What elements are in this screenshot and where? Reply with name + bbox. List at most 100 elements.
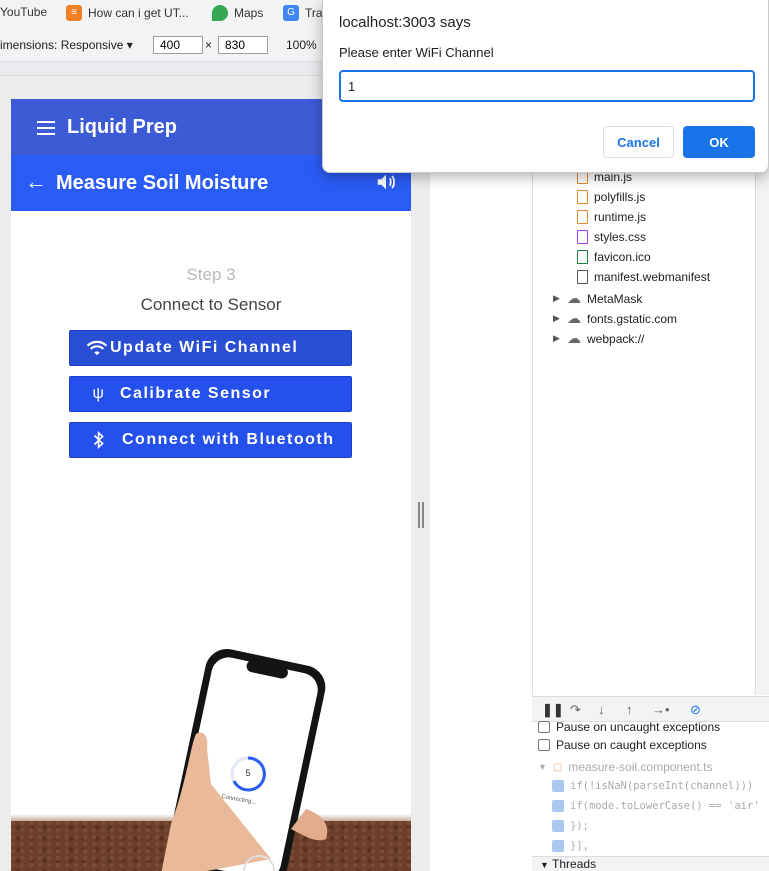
debugger-toolbar: ❚❚ ↷ ↓ ↑ →• ⊘ [532,696,769,722]
maps-pin-icon [212,5,228,21]
breakpoint-row[interactable]: if(!isNaN(parseInt(channel))) [552,780,753,792]
device-width-input[interactable] [153,36,203,54]
bookmark-maps[interactable]: Maps [212,5,263,21]
group-name: webpack:// [587,331,645,346]
bookmark-label: Tra [305,6,323,20]
button-label: Calibrate Sensor [120,385,272,402]
breakpoint-row[interactable]: if(mode.toLowerCase() == 'air' [552,800,760,812]
wifi-icon [86,340,108,356]
tree-group[interactable]: ▶ ☁ webpack:// [553,330,644,347]
bookmark-translate[interactable]: G Tra [283,5,323,21]
usb-icon: ψ [92,385,106,402]
resize-handle[interactable] [418,502,424,528]
cloud-icon: ☁ [567,330,581,346]
emulated-app: Liquid Prep ← Measure Soil Moisture Step… [11,99,411,871]
expand-caret-icon: ▶ [553,333,560,343]
breakpoint-code: if(mode.toLowerCase() == 'air' [570,800,760,812]
pause-caught-option[interactable]: Pause on caught exceptions [538,738,707,752]
cancel-button[interactable]: Cancel [603,126,674,158]
connect-bluetooth-button[interactable]: Connect with Bluetooth [69,422,352,458]
breakpoint-code: if(!isNaN(parseInt(channel))) [570,780,754,792]
wifi-channel-input[interactable] [339,70,755,102]
file-name: manifest.webmanifest [594,270,711,284]
js-file-icon [577,210,588,224]
file-icon [577,270,588,284]
step-out-icon[interactable]: ↑ [626,702,633,717]
tree-group[interactable]: ▶ ☁ fonts.gstatic.com [553,310,677,327]
file-name: runtime.js [594,210,647,224]
step-into-icon[interactable]: ↓ [598,702,605,717]
checkbox[interactable] [552,840,564,852]
devtools-split-area [430,62,532,871]
tree-file[interactable]: polyfills.js [577,190,645,204]
expand-caret-icon: ▶ [553,293,560,303]
option-label: Pause on caught exceptions [556,738,707,752]
tree-file[interactable]: manifest.webmanifest [577,270,710,284]
dimensions-dropdown[interactable]: imensions: Responsive ▾ [0,38,133,52]
cloud-icon: ☁ [567,310,581,326]
step-over-icon[interactable]: ↷ [570,702,581,718]
back-arrow-icon[interactable]: ← [25,171,47,193]
countdown-number: 5 [245,768,251,778]
threads-label: Threads [552,857,597,871]
css-file-icon [577,230,588,244]
bookmark-stackoverflow[interactable]: ≡ How can i get UT... [66,5,189,21]
button-label: Connect with Bluetooth [122,431,335,448]
pause-resume-icon[interactable]: ❚❚ [542,702,564,718]
bookmark-youtube[interactable]: YouTube [0,5,47,19]
stackoverflow-icon: ≡ [66,5,82,21]
page-title: Measure Soil Moisture [56,172,269,194]
breakpoint-row[interactable]: }); [552,820,589,832]
dialog-message: Please enter WiFi Channel [339,45,494,60]
checkbox[interactable] [552,820,564,832]
dimension-separator: × [205,38,213,52]
pause-uncaught-option[interactable]: Pause on uncaught exceptions [538,720,720,734]
bookmark-label: Maps [234,6,264,20]
bluetooth-icon [93,431,104,449]
translate-icon: G [283,5,299,21]
breakpoint-row[interactable]: }], [552,840,589,852]
option-label: Pause on uncaught exceptions [556,720,721,734]
threads-section-header[interactable]: ▼ Threads [532,856,769,871]
calibrate-sensor-button[interactable]: ψ Calibrate Sensor [69,376,352,412]
volume-icon[interactable] [375,171,397,193]
file-name: favicon.ico [594,250,651,264]
bookmark-label: YouTube [0,5,48,19]
step-subtitle: Connect to Sensor [140,295,282,314]
file-name: styles.css [594,230,647,244]
debugger-panel: Pause on uncaught exceptions Pause on ca… [532,720,769,871]
group-name: MetaMask [587,291,643,306]
menu-icon[interactable] [37,121,55,135]
collapse-caret-icon: ▼ [540,860,549,870]
device-height-input[interactable] [218,36,268,54]
dialog-origin: localhost:3003 says [339,14,471,31]
tree-group[interactable]: ▶ ☁ MetaMask [553,290,642,307]
tree-file[interactable]: runtime.js [577,210,646,224]
sources-file-tree: main.js polyfills.js runtime.js styles.c… [532,160,756,695]
zoom-dropdown[interactable]: 100% [286,38,317,52]
step-number: Step 3 [186,265,236,284]
file-name: polyfills.js [594,190,646,204]
prompt-dialog: localhost:3003 says Please enter WiFi Ch… [322,0,769,173]
devtools-side-column [756,160,769,695]
app-title: Liquid Prep [67,116,177,138]
checkbox[interactable] [538,721,550,733]
breakpoint-code: }], [570,840,589,852]
cloud-icon: ☁ [567,290,581,306]
deactivate-breakpoints-icon[interactable]: ⊘ [690,702,701,718]
checkbox[interactable] [538,739,550,751]
bookmark-label: How can i get UT... [88,6,189,20]
group-name: fonts.gstatic.com [587,311,678,326]
expand-caret-icon: ▶ [553,313,560,323]
tree-file[interactable]: styles.css [577,230,646,244]
image-file-icon [577,250,588,264]
checkbox[interactable] [552,780,564,792]
js-file-icon [577,190,588,204]
breakpoint-code: }); [570,820,589,832]
step-icon[interactable]: →• [652,702,670,717]
ok-button[interactable]: OK [683,126,755,158]
checkbox[interactable] [552,800,564,812]
update-wifi-channel-button[interactable]: Update WiFi Channel [69,330,352,366]
breakpoint-file[interactable]: ▼ ▢ measure-soil.component.ts [538,760,712,774]
tree-file[interactable]: favicon.ico [577,250,651,264]
